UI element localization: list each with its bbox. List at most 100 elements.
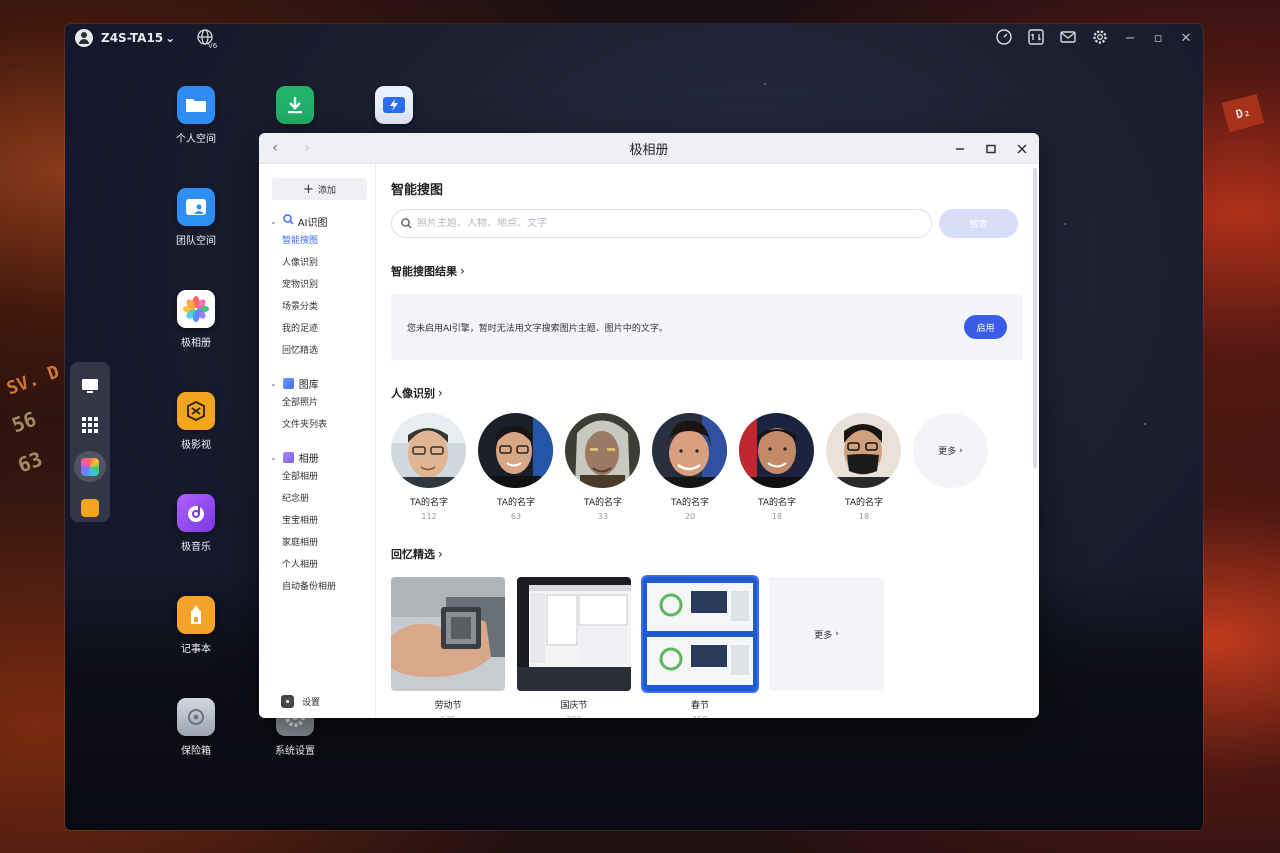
search-input[interactable] [417,218,897,229]
desktop-icon-video[interactable]: 极影视 [156,392,236,451]
maximize-icon[interactable]: ▫ [1151,31,1165,46]
desktop-topbar: Z4S-TA15 ⌄ V6 − ▫ ✕ [65,24,1203,52]
device-name[interactable]: Z4S-TA15 ⌄ [101,31,175,45]
sidebar-item-memorial-book[interactable]: 纪念册 [259,488,375,510]
sidebar-item-pet-recognition[interactable]: 宠物识别 [259,274,375,296]
face-thumbnail [478,413,553,488]
video-icon[interactable] [76,494,104,522]
memory-photo-count: 158 [643,715,757,718]
notice-text: 您未启用AI引擎，暂时无法用文字搜索图片主题、图片中的文字。 [407,323,668,334]
settings-gear-icon[interactable] [1091,28,1109,49]
desktop-icon-music[interactable]: 极音乐 [156,494,236,553]
memory-photo-count: 299 [517,715,631,718]
user-avatar-icon[interactable] [75,29,93,47]
desktop-icon-label: 团队空间 [176,236,216,247]
wallpaper-text-63: 63 [14,446,46,478]
desktop-icon-photos[interactable]: 极相册 [156,290,236,349]
desktop-icon-download[interactable] [255,86,335,130]
person-card[interactable]: TA的名字 112 [391,413,467,521]
face-thumbnail [739,413,814,488]
memories-header[interactable]: 回忆精选 › [391,546,1023,562]
desktop-icon[interactable] [76,372,104,400]
person-card[interactable]: TA的名字 18 [739,413,815,521]
mail-icon[interactable] [1059,28,1077,49]
app-close-icon[interactable] [1009,133,1035,164]
sidebar-item-face-recognition[interactable]: 人像识别 [259,252,375,274]
sidebar-item-my-footprints[interactable]: 我的足迹 [259,318,375,340]
chevron-down-icon: ⌄ [270,216,277,226]
video-icon [177,392,215,430]
sidebar-group-header-ai[interactable]: ⌄ AI识图 [259,212,375,230]
person-name: TA的名字 [584,498,622,508]
sidebar-item-all-albums[interactable]: 全部相册 [259,466,375,488]
sidebar-item-smart-search[interactable]: 智能搜图 [259,230,375,252]
person-card[interactable]: TA的名字 63 [478,413,554,521]
desktop-icon-lightning-app[interactable] [354,86,434,130]
face-thumbnail [652,413,727,488]
memory-card[interactable]: 劳动节 535 [391,577,505,718]
memory-name: 国庆节 [560,701,588,711]
sidebar-item-personal-album[interactable]: 个人相册 [259,554,375,576]
desktop-icon-team-space[interactable]: 团队空间 [156,188,236,247]
sidebar-item-scene-classification[interactable]: 场景分类 [259,296,375,318]
memory-photo-count: 535 [391,715,505,718]
speedometer-icon[interactable] [995,28,1013,49]
sidebar-item-all-photos[interactable]: 全部照片 [259,392,375,414]
sidebar-item-baby-album[interactable]: 宝宝相册 [259,510,375,532]
people-more-button[interactable]: 更多 › [913,413,988,488]
memory-card[interactable]: 春节 158 [643,577,757,718]
person-card[interactable]: TA的名字 18 [826,413,902,521]
app-titlebar: ‹ › 极相册 [259,133,1039,164]
person-card[interactable]: TA的名字 20 [652,413,728,521]
person-photo-count: 18 [771,512,783,521]
person-name: TA的名字 [410,498,448,508]
sidebar-group-header-albums[interactable]: ⌄ 相册 [259,448,375,466]
desktop-icon-label: 极影视 [181,440,211,451]
desktop-icon-safe[interactable]: 保险箱 [156,698,236,757]
add-button[interactable]: + 添加 [272,178,367,200]
photos-icon[interactable] [74,451,106,483]
transfer-icon[interactable] [1027,28,1045,49]
sidebar-item-auto-backup-album[interactable]: 自动备份相册 [259,576,375,598]
desktop-icon-notepad[interactable]: 记事本 [156,596,236,655]
enable-button[interactable]: 启用 [964,315,1007,339]
desktop-icon-label: 个人空间 [176,134,216,145]
app-maximize-icon[interactable] [978,133,1004,164]
wallpaper-badge-d2: D₂ [1221,93,1265,133]
face-recognition-header[interactable]: 人像识别 › [391,385,1023,401]
back-chevron-icon[interactable]: ‹ [265,140,285,156]
desktop-icon-personal-space[interactable]: 个人空间 [156,86,236,145]
search-button[interactable]: 搜索 [939,209,1018,238]
memories-row: 劳动节 535 国庆节 299 春节 158 更多 › [391,577,1023,718]
app-minimize-icon[interactable] [947,133,973,164]
scrollbar[interactable] [1033,168,1037,468]
svg-text:V6: V6 [208,42,217,49]
memories-more-button[interactable]: 更多 › [769,577,884,691]
person-card[interactable]: TA的名字 33 [565,413,641,521]
chevron-down-icon: ⌄ [270,378,277,388]
desktop-icon-label: 记事本 [181,644,211,655]
apps-grid-icon[interactable] [76,412,104,440]
sidebar-item-memories[interactable]: 回忆精选 [259,340,375,362]
person-name: TA的名字 [845,498,883,508]
memory-thumbnail [391,577,505,691]
network-globe-icon[interactable]: V6 [195,27,218,50]
close-icon[interactable]: ✕ [1179,31,1193,46]
sidebar-item-folder-list[interactable]: 文件夹列表 [259,414,375,436]
person-photo-count: 20 [684,512,696,521]
forward-chevron-icon[interactable]: › [297,140,317,156]
smart-search-results-header[interactable]: 智能搜图结果 › [391,263,1023,279]
face-thumbnail [391,413,466,488]
chevron-right-icon: › [835,629,839,639]
sidebar-group-header-library[interactable]: ⌄ 图库 [259,374,375,392]
folder-icon [177,86,215,124]
album-icon [282,451,294,463]
person-name: TA的名字 [497,498,535,508]
minimize-icon[interactable]: − [1123,31,1137,46]
settings-button[interactable]: 设置 [281,695,320,708]
sidebar-item-family-album[interactable]: 家庭相册 [259,532,375,554]
sidebar-group-albums: ⌄ 相册 全部相册 纪念册 宝宝相册 家庭相册 个人相册 自动备份相册 [259,448,375,598]
photos-app-window: ‹ › 极相册 + 添加 ⌄ AI识图 智能搜图 人像识别 宠物识别 场景分类 … [259,133,1039,718]
memory-card[interactable]: 国庆节 299 [517,577,631,718]
face-thumbnail [826,413,901,488]
